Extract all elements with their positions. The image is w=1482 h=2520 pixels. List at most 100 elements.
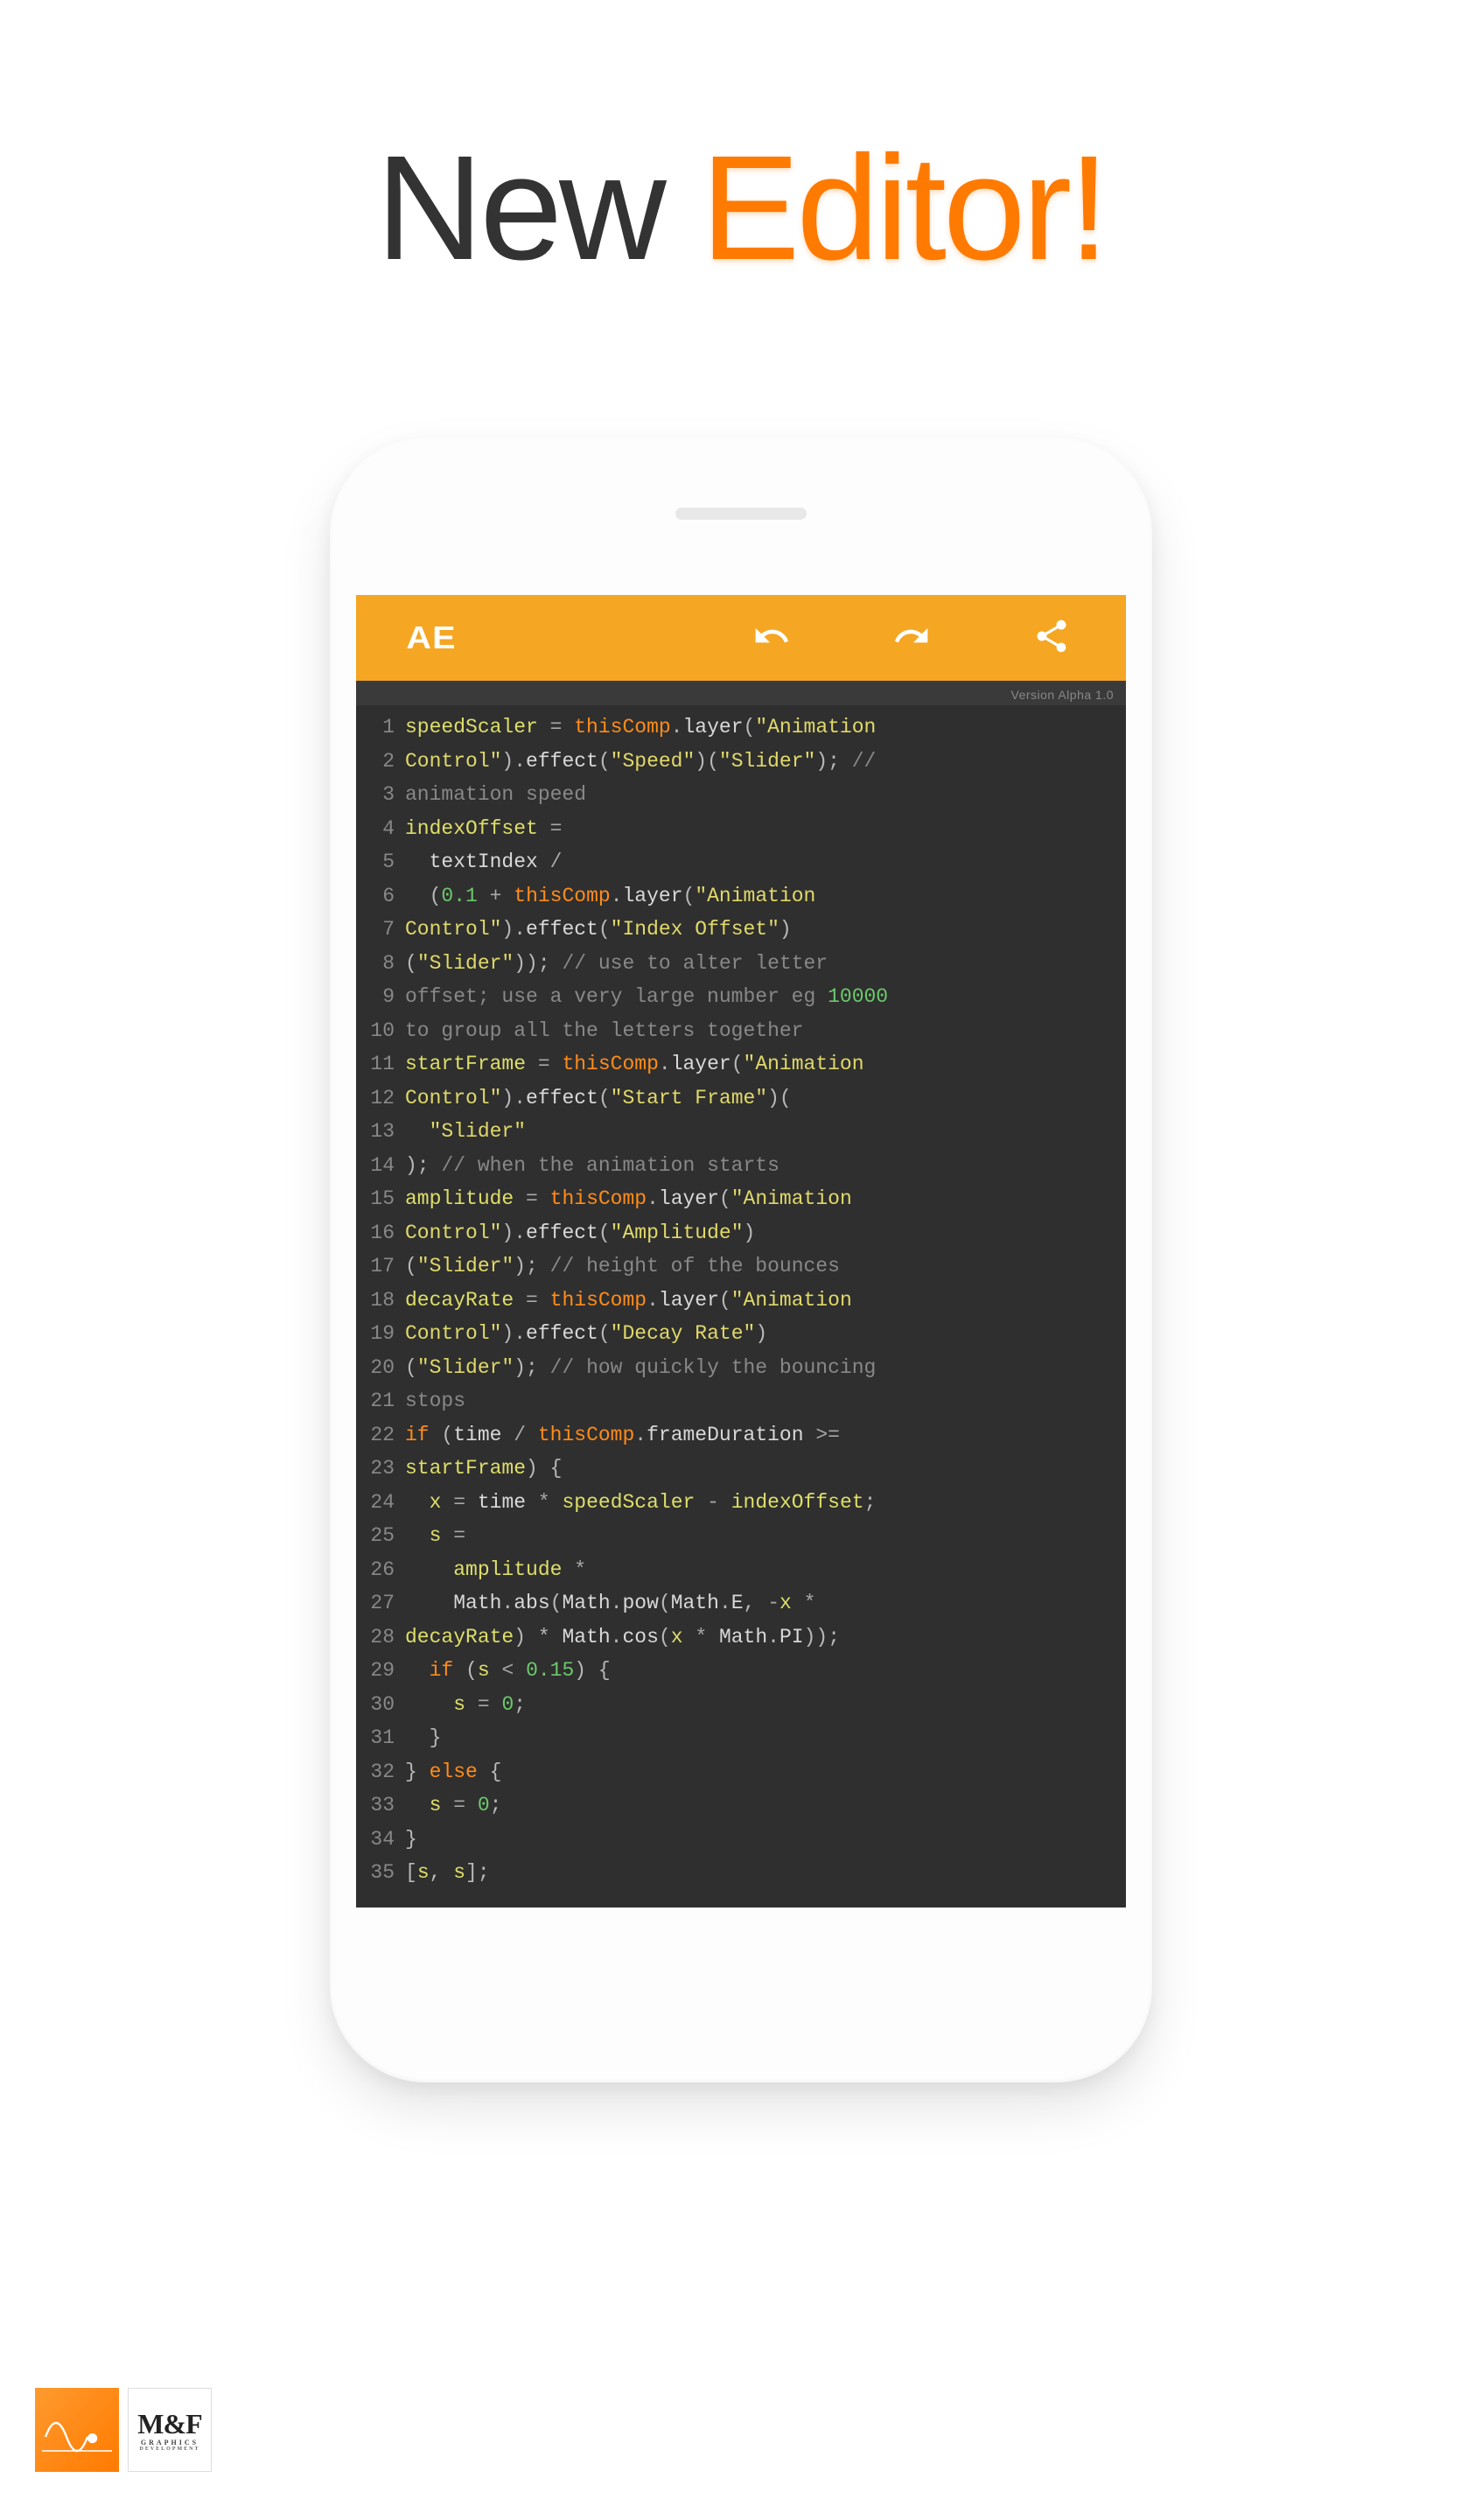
code-line[interactable]: 16Control").effect("Amplitude") <box>363 1216 1119 1250</box>
code-content[interactable]: s = 0; <box>405 1788 501 1823</box>
code-line[interactable]: 17("Slider"); // height of the bounces <box>363 1250 1119 1284</box>
code-line[interactable]: 31 } <box>363 1721 1119 1755</box>
code-content[interactable]: } <box>405 1721 441 1755</box>
line-number: 6 <box>363 879 405 914</box>
phone-speaker <box>675 508 807 520</box>
line-number: 4 <box>363 812 405 846</box>
code-content[interactable]: (0.1 + thisComp.layer("Animation <box>405 879 815 914</box>
code-line[interactable]: 8("Slider")); // use to alter letter <box>363 947 1119 981</box>
code-content[interactable]: to group all the letters together <box>405 1014 803 1048</box>
code-line[interactable]: 6 (0.1 + thisComp.layer("Animation <box>363 879 1119 914</box>
code-line[interactable]: 23startFrame) { <box>363 1452 1119 1486</box>
code-content[interactable]: indexOffset = <box>405 812 562 846</box>
code-content[interactable]: decayRate) * Math.cos(x * Math.PI)); <box>405 1620 840 1655</box>
code-line[interactable]: 2Control").effect("Speed")("Slider"); // <box>363 745 1119 779</box>
code-content[interactable]: } <box>405 1823 417 1857</box>
code-content[interactable]: Control").effect("Start Frame")( <box>405 1082 792 1116</box>
line-number: 27 <box>363 1586 405 1620</box>
footer-logo-company: M&F GRAPHICS DEVELOPMENT <box>128 2388 212 2472</box>
code-content[interactable]: s = <box>405 1519 465 1553</box>
code-content[interactable]: startFrame = thisComp.layer("Animation <box>405 1047 864 1082</box>
code-content[interactable]: stops <box>405 1384 465 1418</box>
line-number: 8 <box>363 947 405 981</box>
code-content[interactable]: ("Slider")); // use to alter letter <box>405 947 828 981</box>
footer-logos: M&F GRAPHICS DEVELOPMENT <box>35 2388 212 2472</box>
undo-icon <box>752 617 791 660</box>
code-line[interactable]: 5 textIndex / <box>363 845 1119 879</box>
code-line[interactable]: 27 Math.abs(Math.pow(Math.E, -x * <box>363 1586 1119 1620</box>
code-line[interactable]: 25 s = <box>363 1519 1119 1553</box>
code-content[interactable]: textIndex / <box>405 845 562 879</box>
code-content[interactable]: ("Slider"); // height of the bounces <box>405 1250 840 1284</box>
code-content[interactable]: Math.abs(Math.pow(Math.E, -x * <box>405 1586 815 1620</box>
code-line[interactable]: 3animation speed <box>363 778 1119 812</box>
code-line[interactable]: 20("Slider"); // how quickly the bouncin… <box>363 1351 1119 1385</box>
line-number: 1 <box>363 710 405 745</box>
code-line[interactable]: 9offset; use a very large number eg 1000… <box>363 980 1119 1014</box>
code-line[interactable]: 13 "Slider" <box>363 1115 1119 1149</box>
code-line[interactable]: 21stops <box>363 1384 1119 1418</box>
code-content[interactable]: speedScaler = thisComp.layer("Animation <box>405 710 876 745</box>
code-line[interactable]: 22if (time / thisComp.frameDuration >= <box>363 1418 1119 1452</box>
headline: New Editor! <box>0 122 1482 294</box>
code-content[interactable]: Control").effect("Speed")("Slider"); // <box>405 745 876 779</box>
code-content[interactable]: offset; use a very large number eg 10000 <box>405 980 888 1014</box>
line-number: 35 <box>363 1856 405 1890</box>
code-line[interactable]: 35[s, s]; <box>363 1856 1119 1890</box>
code-content[interactable]: Control").effect("Index Offset") <box>405 913 792 947</box>
code-editor[interactable]: 1speedScaler = thisComp.layer("Animation… <box>356 705 1126 1908</box>
share-button[interactable] <box>1030 616 1073 660</box>
line-number: 18 <box>363 1284 405 1318</box>
code-line[interactable]: 29 if (s < 0.15) { <box>363 1654 1119 1688</box>
line-number: 32 <box>363 1755 405 1789</box>
code-content[interactable]: ("Slider"); // how quickly the bouncing <box>405 1351 876 1385</box>
code-line[interactable]: 11startFrame = thisComp.layer("Animation <box>363 1047 1119 1082</box>
line-number: 16 <box>363 1216 405 1250</box>
redo-button[interactable] <box>890 616 933 660</box>
code-content[interactable]: amplitude = thisComp.layer("Animation <box>405 1182 852 1216</box>
code-line[interactable]: 10to group all the letters together <box>363 1014 1119 1048</box>
code-content[interactable]: [s, s]; <box>405 1856 490 1890</box>
code-content[interactable]: startFrame) { <box>405 1452 562 1486</box>
code-content[interactable]: s = 0; <box>405 1688 526 1722</box>
code-line[interactable]: 28decayRate) * Math.cos(x * Math.PI)); <box>363 1620 1119 1655</box>
code-line[interactable]: 7Control").effect("Index Offset") <box>363 913 1119 947</box>
code-line[interactable]: 4indexOffset = <box>363 812 1119 846</box>
code-content[interactable]: if (s < 0.15) { <box>405 1654 611 1688</box>
line-number: 23 <box>363 1452 405 1486</box>
code-content[interactable]: Control").effect("Amplitude") <box>405 1216 755 1250</box>
app-logo: AE <box>406 620 456 656</box>
code-line[interactable]: 19Control").effect("Decay Rate") <box>363 1317 1119 1351</box>
code-content[interactable]: if (time / thisComp.frameDuration >= <box>405 1418 840 1452</box>
redo-icon <box>892 617 931 660</box>
waveform-icon <box>42 2395 112 2465</box>
line-number: 15 <box>363 1182 405 1216</box>
code-content[interactable]: } else { <box>405 1755 501 1789</box>
code-line[interactable]: 33 s = 0; <box>363 1788 1119 1823</box>
code-line[interactable]: 18decayRate = thisComp.layer("Animation <box>363 1284 1119 1318</box>
code-content[interactable]: animation speed <box>405 778 586 812</box>
code-line[interactable]: 1speedScaler = thisComp.layer("Animation <box>363 710 1119 745</box>
code-content[interactable]: decayRate = thisComp.layer("Animation <box>405 1284 852 1318</box>
line-number: 13 <box>363 1115 405 1149</box>
code-content[interactable]: x = time * speedScaler - indexOffset; <box>405 1486 876 1520</box>
code-line[interactable]: 32} else { <box>363 1755 1119 1789</box>
code-line[interactable]: 26 amplitude * <box>363 1553 1119 1587</box>
code-line[interactable]: 14); // when the animation starts <box>363 1149 1119 1183</box>
code-content[interactable]: Control").effect("Decay Rate") <box>405 1317 767 1351</box>
line-number: 34 <box>363 1823 405 1857</box>
code-line[interactable]: 34} <box>363 1823 1119 1857</box>
code-content[interactable]: ); // when the animation starts <box>405 1149 779 1183</box>
line-number: 19 <box>363 1317 405 1351</box>
code-content[interactable]: amplitude * <box>405 1553 586 1587</box>
company-line1: GRAPHICS <box>141 2439 199 2446</box>
code-line[interactable]: 12Control").effect("Start Frame")( <box>363 1082 1119 1116</box>
code-content[interactable]: "Slider" <box>405 1115 526 1149</box>
code-line[interactable]: 24 x = time * speedScaler - indexOffset; <box>363 1486 1119 1520</box>
code-line[interactable]: 15amplitude = thisComp.layer("Animation <box>363 1182 1119 1216</box>
toolbar: AE <box>356 595 1126 681</box>
undo-button[interactable] <box>750 616 793 660</box>
code-line[interactable]: 30 s = 0; <box>363 1688 1119 1722</box>
phone-mockup: AE Version Alpha 1.0 1speedScaler = this… <box>330 438 1152 2082</box>
share-icon <box>1032 617 1071 660</box>
